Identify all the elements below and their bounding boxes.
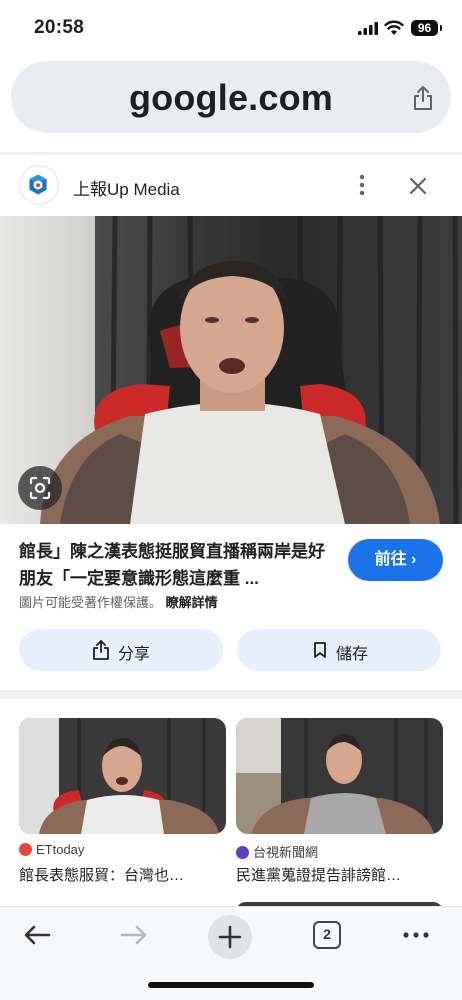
- home-indicator[interactable]: [148, 982, 314, 988]
- ttv-logo-icon: [236, 846, 249, 859]
- visit-button[interactable]: 前往 ›: [348, 539, 443, 581]
- lens-icon: [29, 476, 51, 500]
- share-button[interactable]: 分享: [19, 629, 223, 671]
- related-title[interactable]: 民進黨蒐證提告誹謗館…: [236, 864, 443, 885]
- copyright-notice: 圖片可能受著作權保護。 瞭解詳情: [19, 592, 218, 611]
- source-name[interactable]: 上報Up Media: [73, 175, 180, 200]
- share-icon[interactable]: [411, 85, 435, 111]
- related-source: 台視新聞網: [236, 842, 318, 861]
- wifi-icon: [384, 20, 404, 35]
- related-source: ETtoday: [19, 842, 84, 857]
- related-source-name: ETtoday: [36, 842, 85, 857]
- close-icon[interactable]: [404, 172, 432, 200]
- related-card[interactable]: ETtoday 館長表態服貿：台灣也…: [19, 718, 226, 884]
- address-bar[interactable]: google.com: [11, 61, 451, 133]
- menu-button[interactable]: [396, 921, 436, 961]
- share-label: 分享: [118, 646, 151, 663]
- related-card[interactable]: 台視新聞網 民進黨蒐證提告誹謗館…: [236, 718, 443, 884]
- plus-icon: [218, 925, 242, 949]
- source-row: 上報Up Media: [0, 158, 462, 216]
- more-vert-icon[interactable]: [352, 173, 372, 197]
- bookmark-icon: [314, 642, 326, 658]
- back-button[interactable]: [17, 921, 57, 961]
- new-tab-button[interactable]: [208, 915, 252, 959]
- learn-more-link[interactable]: 瞭解詳情: [166, 595, 218, 610]
- tab-switcher-button[interactable]: 2: [313, 921, 341, 949]
- upmedia-logo: [19, 165, 59, 205]
- back-arrow-icon: [24, 925, 51, 945]
- related-thumbnail[interactable]: [236, 718, 443, 834]
- divider: [0, 152, 462, 155]
- article-title[interactable]: 館長」陳之漢表態挺服貿直播稱兩岸是好朋友「一定要意識形態這麼重 ...: [19, 538, 337, 592]
- url-domain[interactable]: google.com: [11, 77, 451, 119]
- share-icon: [93, 640, 109, 660]
- save-button[interactable]: 儲存: [237, 629, 441, 671]
- related-title[interactable]: 館長表態服貿：台灣也…: [19, 864, 226, 885]
- hero-image[interactable]: [0, 216, 462, 524]
- battery-indicator: 96: [411, 20, 442, 36]
- copyright-text: 圖片可能受著作權保護。: [19, 595, 163, 610]
- cellular-signal-icon: [358, 22, 378, 35]
- status-time: 20:58: [34, 17, 85, 38]
- forward-arrow-icon: [120, 925, 147, 945]
- related-thumbnail[interactable]: [19, 718, 226, 834]
- save-label: 儲存: [336, 646, 369, 663]
- lens-search-button[interactable]: [18, 466, 62, 510]
- forward-button[interactable]: [114, 921, 154, 961]
- more-horiz-icon: [403, 932, 429, 938]
- related-source-name: 台視新聞網: [253, 845, 319, 860]
- ettoday-logo-icon: [19, 843, 32, 856]
- status-bar: 20:58 96: [0, 0, 462, 56]
- section-divider: [0, 690, 462, 699]
